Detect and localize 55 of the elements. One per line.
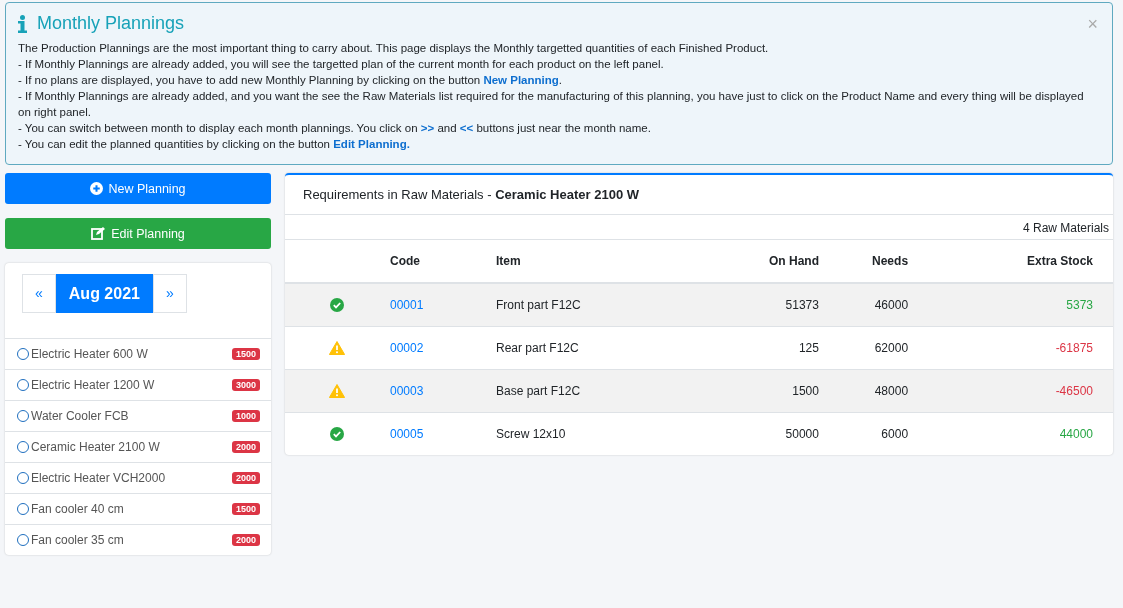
quantity-badge: 1500 [231,348,260,360]
quantity-badge: 3000 [231,379,260,391]
alert-title: Monthly Plannings [37,13,186,34]
product-item[interactable]: Electric Heater 1200 W 3000 [5,369,271,400]
month-label: Aug 2021 [55,274,153,313]
table-cell: 50000 [698,412,820,455]
table-cell: 6000 [819,412,910,455]
alert-text: - If Monthly Plannings are already added, and you want the see the Raw Materials list required for the manufacturing of this planning, you have just to click on the Product Name and every thing will be displayed on right panel. [18,89,1085,120]
product-item[interactable]: Ceramic Heater 2100 W 2000 [5,431,271,462]
alert-text: - You can switch between month to display each month plannings. You click on >> and << buttons just near the month name. [18,121,652,136]
inline-link[interactable]: >> [420,122,435,134]
table-cell: 46000 [819,283,910,327]
quantity-badge: 1000 [231,410,260,422]
code-link[interactable]: 00002 [390,341,424,355]
materials-count: 4 Raw Materials [1022,221,1109,235]
edit-planning-button[interactable]: Edit Planning [5,218,271,249]
inline-link[interactable]: << [459,122,474,134]
product-item[interactable]: Fan cooler 40 cm 1500 [5,493,271,524]
alert-text: - You can edit the planned quantities by clicking on the button Edit Planning. [18,137,411,152]
table-cell: Front part F12C [495,283,699,327]
info-icon [18,14,27,33]
plus-circle-icon [90,182,104,195]
panel-title: Requirements in Raw Materials - Ceramic Heater 2100 W [285,175,1113,215]
code-link[interactable]: 00005 [390,427,424,441]
warning-icon [329,384,345,399]
alert-text: The Production Plannings are the most important thing to carry about. This page displays the Monthly targetted quantities of each Finished Product. [18,41,770,56]
quantity-badge: 2000 [231,534,260,546]
new-planning-button[interactable]: New Planning [5,173,271,204]
quantity-badge: 2000 [231,472,260,484]
edit-icon [91,227,107,240]
inline-link[interactable]: Edit Planning. [333,138,410,150]
product-item[interactable]: Fan cooler 35 cm 2000 [5,524,271,555]
previous-month-button[interactable]: « [22,274,56,313]
quantity-badge: 1500 [231,503,260,515]
inline-link[interactable]: New Planning [483,74,559,86]
code-link[interactable]: 00003 [390,384,424,398]
alert-text: - If Monthly Plannings are already added, you will see the targetted plan of the current month for each product on the left panel. [18,57,665,72]
warning-icon [329,341,345,356]
quantity-badge: 2000 [231,441,260,453]
check-circle-icon [330,427,344,442]
product-item[interactable]: Water Cooler FCB 1000 [5,400,271,431]
table-cell: 1500 [698,369,820,413]
table-cell: 44000 [909,412,1113,455]
table-cell: Screw 12x10 [495,412,699,455]
product-item[interactable]: Electric Heater VCH2000 2000 [5,462,271,493]
table-cell: 51373 [698,283,820,327]
table-cell: 5373 [909,283,1113,327]
product-item[interactable]: Electric Heater 600 W 1500 [5,338,271,369]
table-cell: Base part F12C [495,369,699,413]
table-cell: -46500 [909,369,1113,413]
table-cell: 48000 [819,369,910,413]
next-month-button[interactable]: » [152,274,187,313]
check-circle-icon [330,298,344,313]
code-link[interactable]: 00001 [390,298,424,312]
alert-text: - If no plans are displayed, you have to add new Monthly Planning by clicking on the button New Planning. [18,73,563,88]
